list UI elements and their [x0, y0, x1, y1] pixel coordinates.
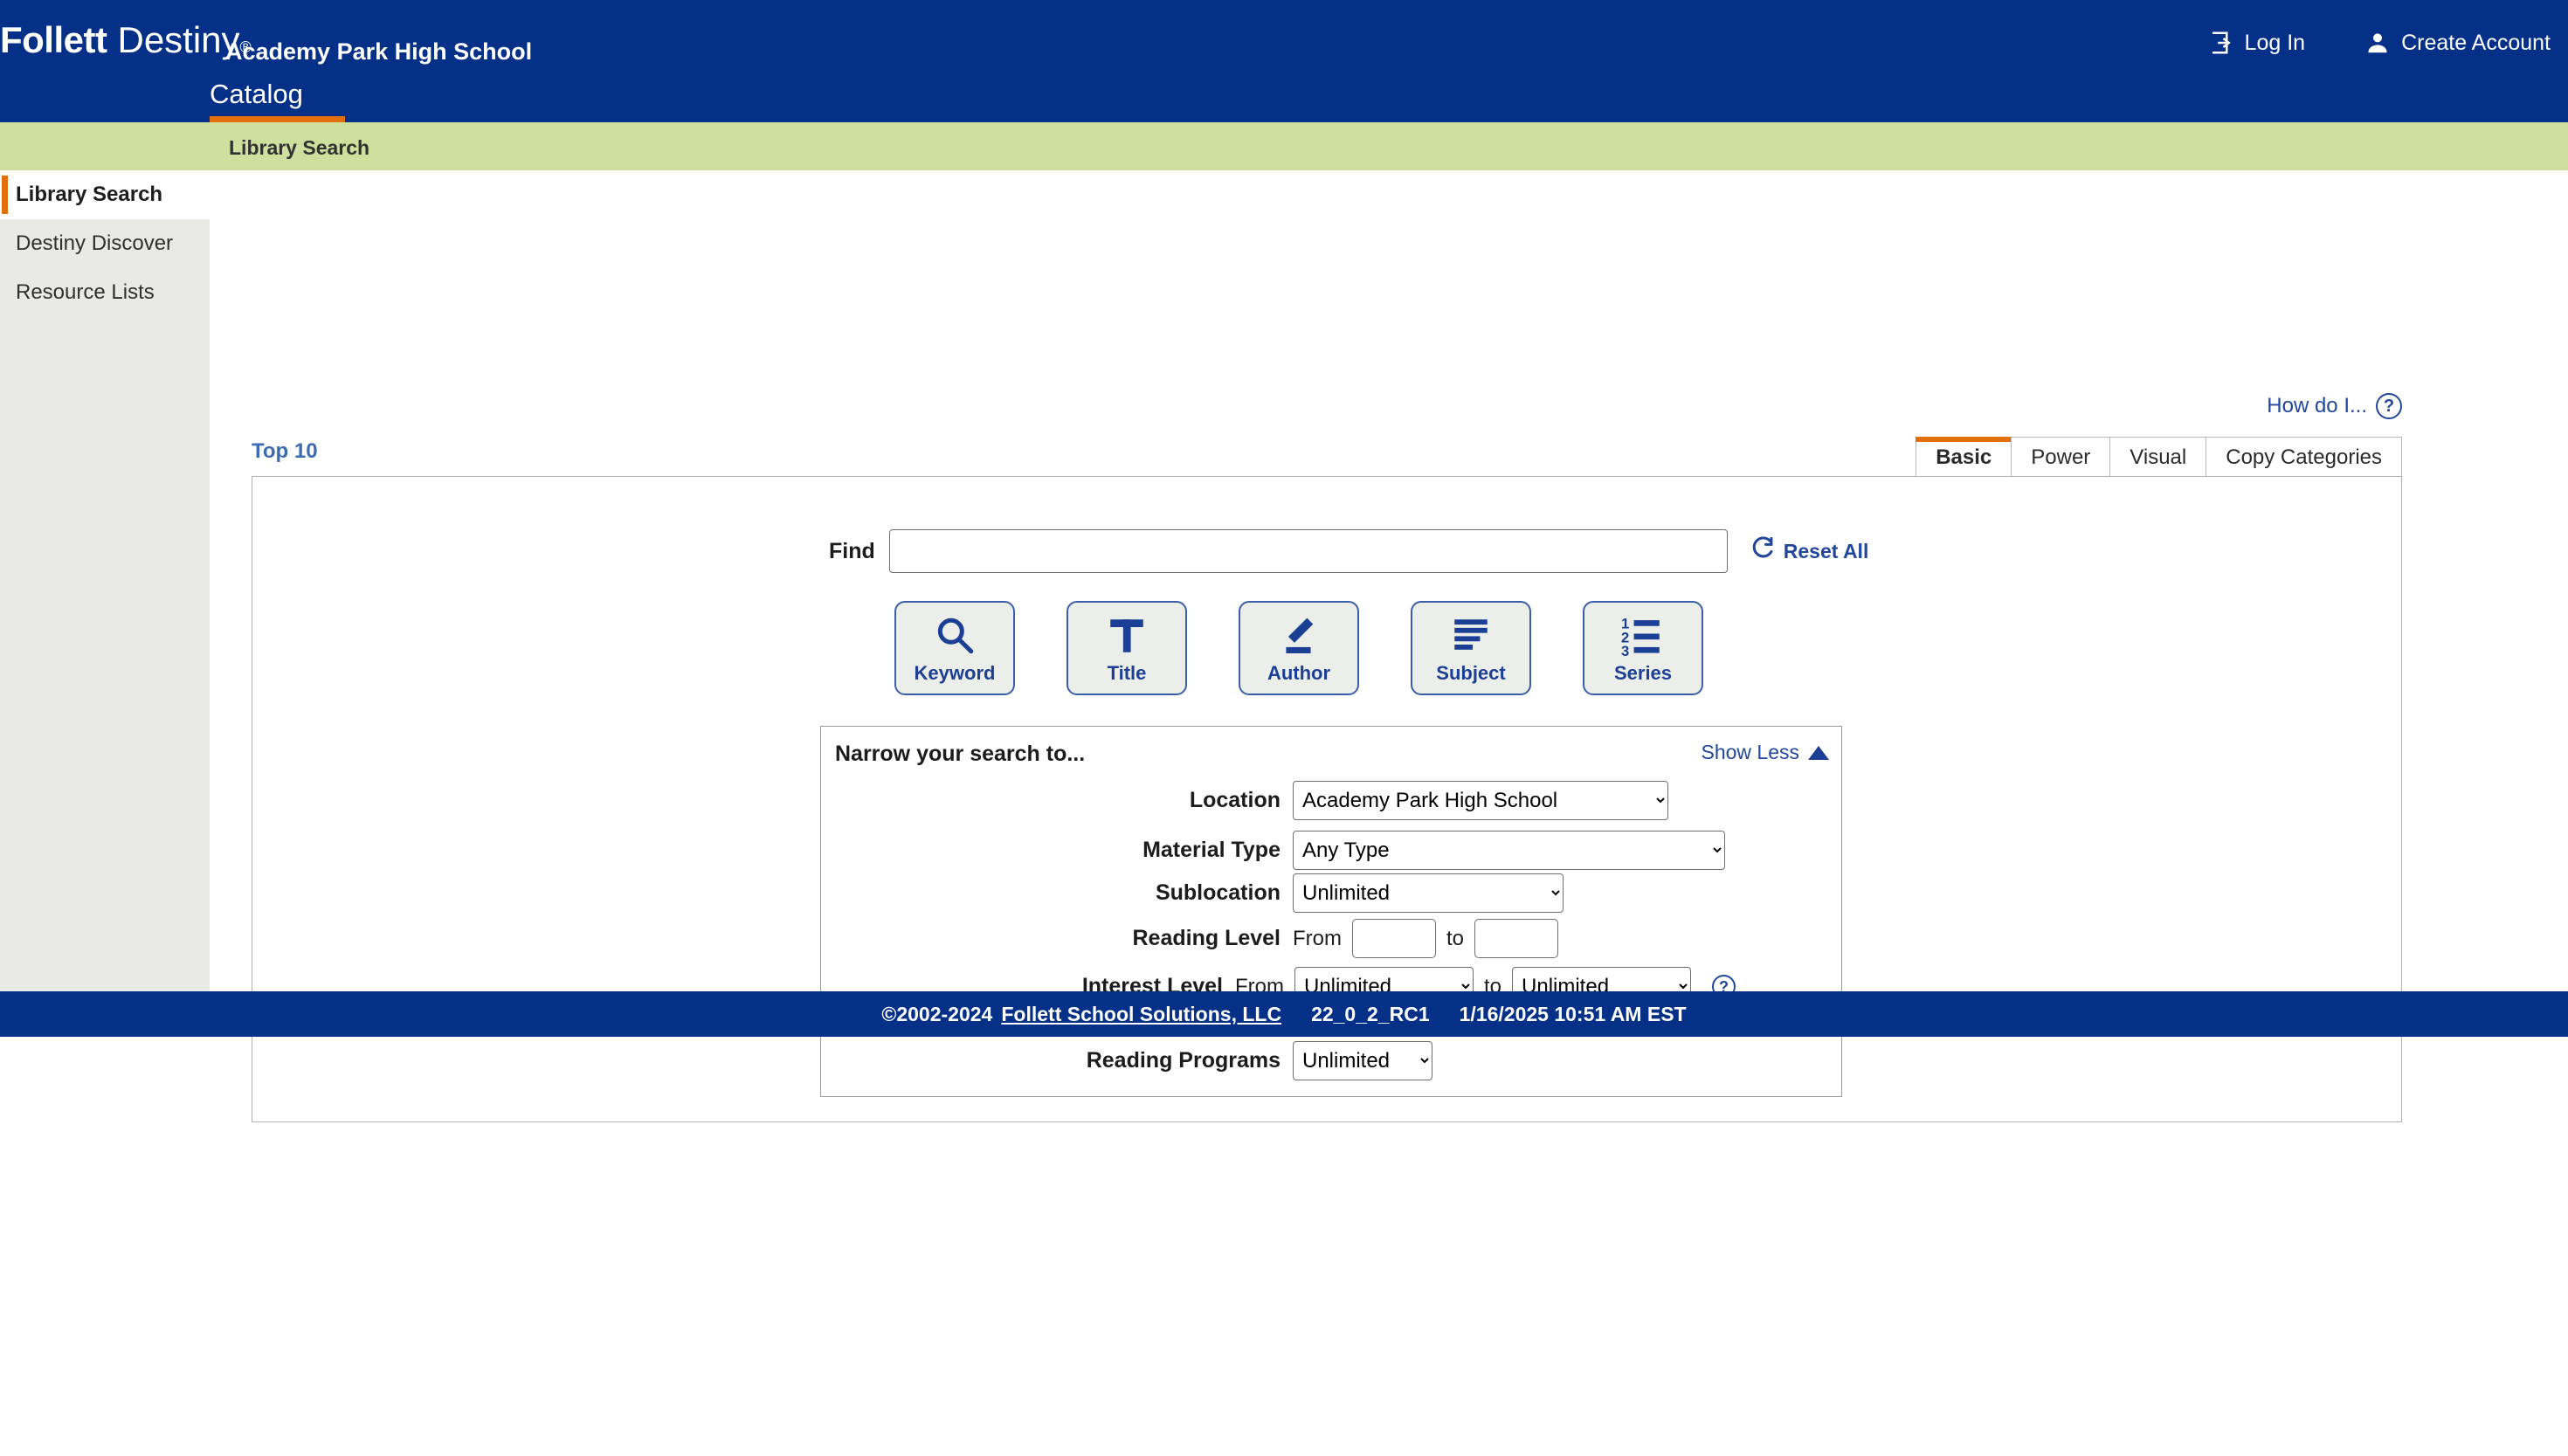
create-account-link[interactable]: Create Account: [2364, 30, 2551, 56]
reading-level-to-input[interactable]: [1474, 919, 1559, 958]
sidebar-item-label: Destiny Discover: [16, 231, 174, 255]
search-type-keyword[interactable]: Keyword: [894, 601, 1015, 695]
show-less-toggle[interactable]: Show Less: [1701, 741, 1829, 764]
location-select[interactable]: Academy Park High School: [1293, 781, 1668, 820]
lines-icon: [1449, 611, 1493, 660]
numbered-list-icon: 1 2 3: [1621, 611, 1665, 660]
tab-copy-categories[interactable]: Copy Categories: [2206, 437, 2402, 477]
auth-links: Log In Create Account: [2208, 30, 2551, 56]
reading-level-label: Reading Level: [1132, 926, 1281, 950]
sublocation-label: Sublocation: [1155, 880, 1281, 905]
sublocation-select[interactable]: Unlimited: [1293, 873, 1564, 913]
tab-basic[interactable]: Basic: [1916, 437, 2012, 477]
search-input[interactable]: [888, 529, 1728, 573]
search-type-buttons: Keyword Title Author Subject 1 2 3 Serie…: [894, 601, 1703, 695]
sidebar: Library Search Destiny Discover Resource…: [0, 170, 210, 991]
svg-text:3: 3: [1621, 643, 1629, 658]
brand-destiny: Destiny: [117, 19, 240, 60]
footer-company-link[interactable]: Follett School Solutions, LLC: [1001, 1003, 1281, 1026]
refresh-icon: [1750, 536, 1775, 566]
log-in-link[interactable]: Log In: [2208, 30, 2306, 56]
brand-follett: Follett: [0, 19, 107, 60]
magnifier-icon: [933, 611, 977, 660]
breadcrumb: Library Search: [229, 136, 370, 159]
tab-label: Visual: [2130, 445, 2187, 469]
sidebar-item-destiny-discover[interactable]: Destiny Discover: [0, 219, 210, 268]
find-row: Find Reset All: [829, 529, 1868, 573]
login-arrow-icon: [2208, 30, 2234, 56]
page-footer: ©2002-2024 Follett School Solutions, LLC…: [0, 991, 2568, 1037]
reading-programs-label: Reading Programs: [1086, 1048, 1281, 1073]
top-10-link[interactable]: Top 10: [252, 439, 318, 464]
location-row: Location Academy Park High School: [821, 781, 1843, 820]
location-label: Location: [1189, 788, 1281, 812]
main-content: How do I... ? Top 10 Basic Power Visual …: [210, 170, 2568, 1122]
search-type-author[interactable]: Author: [1239, 601, 1359, 695]
reading-programs-row: Reading Programs Unlimited: [821, 1041, 1843, 1080]
triangle-up-icon: [1808, 745, 1829, 760]
tab-label: Power: [2031, 445, 2091, 469]
material-type-row: Material Type Any Type: [821, 831, 1843, 870]
narrow-search-title: Narrow your search to...: [835, 742, 1086, 766]
search-type-title[interactable]: Title: [1067, 601, 1187, 695]
school-name: Academy Park High School: [225, 38, 533, 65]
footer-version: 22_0_2_RC1: [1311, 1002, 1430, 1025]
find-label: Find: [829, 538, 875, 563]
reading-level-from-word: From: [1293, 926, 1342, 950]
reading-level-from-input[interactable]: [1352, 919, 1436, 958]
search-type-series[interactable]: 1 2 3 Series: [1583, 601, 1703, 695]
reset-all-button[interactable]: Reset All: [1750, 536, 1869, 566]
person-icon: [2364, 30, 2391, 56]
log-in-label: Log In: [2244, 30, 2306, 55]
search-type-label: Series: [1613, 662, 1673, 684]
narrow-search-panel: Narrow your search to... Show Less Locat…: [820, 726, 1842, 1097]
footer-content: ©2002-2024 Follett School Solutions, LLC…: [881, 1003, 1686, 1026]
reading-level-row: Reading Level From to: [821, 919, 1843, 958]
nav-tab-catalog[interactable]: Catalog: [210, 79, 303, 117]
material-type-select[interactable]: Any Type: [1293, 831, 1725, 870]
pencil-icon: [1277, 611, 1321, 660]
search-mode-tabs: Basic Power Visual Copy Categories: [1916, 437, 2402, 477]
sidebar-item-library-search[interactable]: Library Search: [0, 170, 210, 219]
create-account-label: Create Account: [2401, 30, 2551, 55]
tab-visual[interactable]: Visual: [2109, 437, 2207, 477]
footer-timestamp: 1/16/2025 10:51 AM EST: [1459, 1002, 1687, 1025]
search-type-label: Keyword: [914, 662, 996, 684]
reset-all-label: Reset All: [1783, 539, 1869, 562]
tab-label: Copy Categories: [2226, 445, 2382, 469]
follett-destiny-logo: Follett Destiny ®: [0, 19, 252, 61]
page-body: Library Search Destiny Discover Resource…: [0, 170, 2568, 1122]
sublocation-row: Sublocation Unlimited: [821, 873, 1843, 913]
footer-copyright: ©2002-2024: [881, 1002, 993, 1025]
reading-programs-select[interactable]: Unlimited: [1293, 1041, 1432, 1080]
search-type-label: Author: [1267, 662, 1331, 684]
search-type-subject[interactable]: Subject: [1411, 601, 1531, 695]
tab-label: Basic: [1936, 445, 1992, 469]
how-do-i-link[interactable]: How do I... ?: [2267, 393, 2402, 419]
material-type-label: Material Type: [1142, 838, 1281, 862]
letter-t-icon: [1105, 611, 1149, 660]
how-do-i-label: How do I...: [2267, 394, 2367, 417]
search-type-label: Subject: [1436, 662, 1506, 684]
show-less-label: Show Less: [1701, 741, 1799, 763]
sidebar-item-resource-lists[interactable]: Resource Lists: [0, 268, 210, 317]
tab-power[interactable]: Power: [2011, 437, 2111, 477]
question-circle-icon: ?: [2376, 393, 2402, 419]
reading-level-to-word: to: [1446, 926, 1465, 950]
sidebar-item-label: Resource Lists: [16, 280, 155, 304]
app-header: Follett Destiny ® Academy Park High Scho…: [0, 0, 2568, 124]
sidebar-item-label: Library Search: [16, 183, 163, 206]
search-type-label: Title: [1107, 662, 1147, 684]
breadcrumb-bar: Library Search: [0, 122, 2568, 170]
